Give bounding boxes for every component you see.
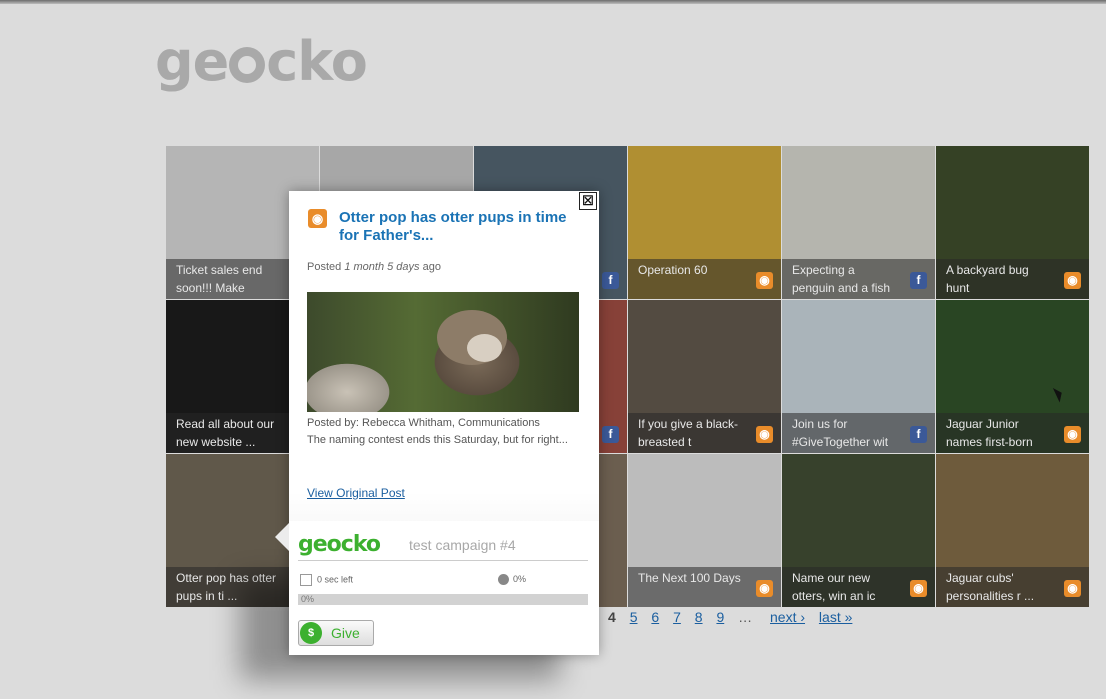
feed-tile[interactable]: Jaguar Junior names first-born ◉: [936, 300, 1089, 453]
popup-pointer: [275, 523, 289, 551]
feed-tile[interactable]: If you give a black-breasted t ◉: [628, 300, 781, 453]
post-photo: [307, 292, 579, 412]
rss-icon: ◉: [756, 426, 773, 443]
pager-last[interactable]: last »: [819, 609, 852, 625]
feed-tile[interactable]: Join us for #GiveTogether wit f: [782, 300, 935, 453]
give-button[interactable]: $ Give: [298, 620, 374, 646]
pager-ellipsis: …: [738, 609, 753, 625]
give-label: Give: [331, 625, 360, 641]
feed-tile[interactable]: Operation 60 ◉: [628, 146, 781, 299]
calendar-icon: [300, 574, 312, 586]
rss-icon: ◉: [308, 209, 327, 228]
posted-prefix: Posted: [307, 261, 342, 273]
feed-tile[interactable]: Jaguar cubs' personalities r ... ◉: [936, 454, 1089, 607]
time-left: 0 sec left: [300, 574, 353, 586]
pager-page-5[interactable]: 5: [630, 609, 638, 625]
percent-funded: 0%: [498, 574, 527, 586]
feed-tile[interactable]: The Next 100 Days ◉: [628, 454, 781, 607]
post-title[interactable]: Otter pop has otter pups in time for Fat…: [339, 209, 569, 245]
geocko-logo[interactable]: ge cko: [155, 30, 368, 93]
geocko-campaign-logo: geocko: [298, 532, 381, 557]
pager-current: 4: [608, 609, 616, 625]
feed-tile[interactable]: Expecting a penguin and a fish f: [782, 146, 935, 299]
campaign-widget: geocko test campaign #4 0 sec left 0% 0%…: [289, 521, 599, 655]
rss-icon: ◉: [756, 580, 773, 597]
view-original-post-link[interactable]: View Original Post: [307, 486, 405, 500]
close-icon[interactable]: ☒: [579, 192, 597, 210]
facebook-icon: f: [910, 426, 927, 443]
pager-page-6[interactable]: 6: [651, 609, 659, 625]
posted-suffix: ago: [422, 261, 441, 273]
logo-text-right: cko: [266, 30, 368, 93]
give-hand-icon: $: [300, 622, 322, 644]
progress-label: 0%: [301, 594, 315, 604]
post-popup: ☒ ◉ Otter pop has otter pups in time for…: [275, 191, 599, 655]
otter-face: [467, 334, 502, 362]
divider: [298, 560, 588, 561]
facebook-icon: f: [602, 426, 619, 443]
pagination: 4 5 6 7 8 9 … next › last »: [608, 609, 862, 625]
rss-icon: ◉: [1064, 426, 1081, 443]
progress-bar: 0%: [298, 594, 588, 605]
time-left-text: 0 sec left: [317, 574, 354, 585]
post-byline: Posted by: Rebecca Whitham, Communicatio…: [307, 415, 579, 449]
percent-text: 0%: [513, 574, 527, 584]
globe-icon: [229, 47, 266, 83]
logo-text-left: ge: [155, 30, 229, 93]
rss-icon: ◉: [756, 272, 773, 289]
post-author: Posted by: Rebecca Whitham, Communicatio…: [307, 417, 540, 429]
rss-icon: ◉: [1064, 580, 1081, 597]
pager-next[interactable]: next ›: [770, 609, 805, 625]
pager-page-7[interactable]: 7: [673, 609, 681, 625]
posted-time: Posted 1 month 5 days ago: [307, 261, 441, 273]
rss-icon: ◉: [910, 580, 927, 597]
facebook-icon: f: [910, 272, 927, 289]
facebook-icon: f: [602, 272, 619, 289]
pager-page-9[interactable]: 9: [716, 609, 724, 625]
feed-tile[interactable]: A backyard bug hunt ◉: [936, 146, 1089, 299]
pie-chart-icon: [498, 574, 509, 586]
rss-icon: ◉: [1064, 272, 1081, 289]
pager-page-8[interactable]: 8: [695, 609, 703, 625]
posted-duration: 1 month 5 days: [344, 261, 420, 273]
campaign-name: test campaign #4: [409, 537, 516, 553]
post-excerpt: The naming contest ends this Saturday, b…: [307, 434, 568, 446]
feed-tile[interactable]: Name our new otters, win an ic ◉: [782, 454, 935, 607]
top-bar: [0, 0, 1106, 4]
